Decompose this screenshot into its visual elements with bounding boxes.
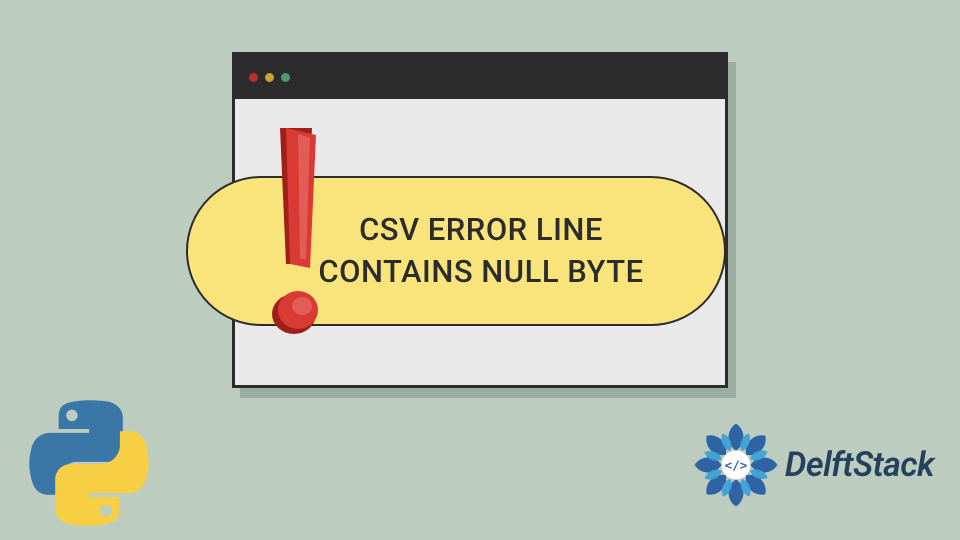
error-line1: CSV ERROR LINE (359, 211, 603, 248)
error-line2: CONTAINS NULL BYTE (318, 253, 643, 290)
close-icon (249, 73, 258, 82)
svg-text:</>: </> (724, 458, 747, 473)
delftstack-mark-icon: </> (691, 420, 781, 510)
titlebar (235, 55, 725, 99)
zoom-icon (281, 73, 290, 82)
python-logo-icon (26, 400, 152, 526)
delftstack-wordmark: DelftStack (785, 445, 934, 485)
error-banner: CSV ERROR LINE CONTAINS NULL BYTE (186, 176, 726, 326)
minimize-icon (265, 73, 274, 82)
error-text: CSV ERROR LINE CONTAINS NULL BYTE (296, 209, 666, 293)
delftstack-logo: </> DelftStack (691, 420, 934, 510)
